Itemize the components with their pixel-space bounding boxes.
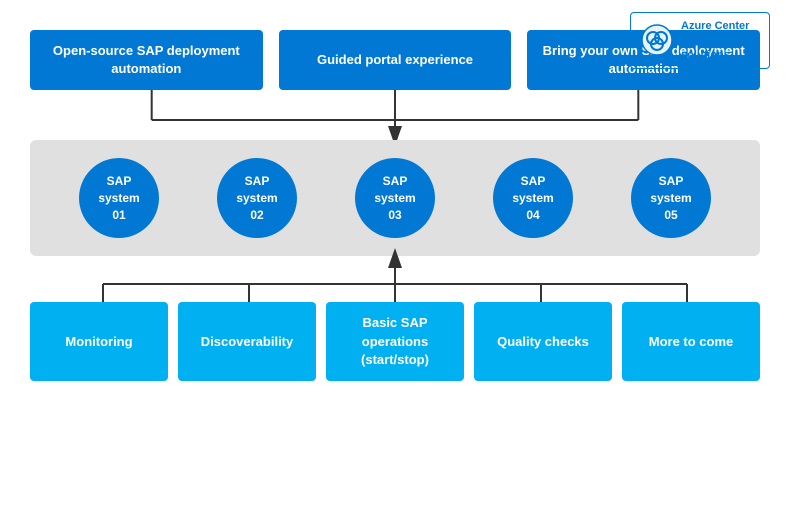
sap-system-05: SAP system 05	[631, 158, 711, 238]
sap-03-line3: 03	[388, 207, 401, 224]
guided-portal-label: Guided portal experience	[317, 51, 473, 69]
top-connectors-arrow	[30, 90, 760, 140]
sap-03-line2: system	[374, 190, 415, 207]
basic-ops-box: Basic SAP operations (start/stop)	[326, 302, 464, 381]
sap-02-line2: system	[236, 190, 277, 207]
sap-system-02: SAP system 02	[217, 158, 297, 238]
sap-system-01: SAP system 01	[79, 158, 159, 238]
more-to-come-label: More to come	[649, 333, 734, 351]
sap-04-line2: system	[512, 190, 553, 207]
sap-01-line3: 01	[112, 207, 125, 224]
sap-04-line3: 04	[526, 207, 539, 224]
open-source-label: Open-source SAP deployment automation	[44, 42, 249, 78]
sap-02-line3: 02	[250, 207, 263, 224]
sap-02-line1: SAP	[245, 173, 270, 190]
sap-03-line1: SAP	[383, 173, 408, 190]
sap-01-line1: SAP	[107, 173, 132, 190]
quality-checks-box: Quality checks	[474, 302, 612, 381]
discoverability-label: Discoverability	[201, 333, 294, 351]
sap-05-line2: system	[650, 190, 691, 207]
azure-logo-text: Azure Center for SAP solutions	[681, 19, 749, 62]
sap-01-line2: system	[98, 190, 139, 207]
sap-05-line1: SAP	[659, 173, 684, 190]
page-container: Azure Center for SAP solutions Open-sour…	[0, 0, 790, 532]
sap-05-line3: 05	[664, 207, 677, 224]
sap-system-04: SAP system 04	[493, 158, 573, 238]
bottom-connectors-svg	[30, 256, 760, 302]
basic-ops-label: Basic SAP operations (start/stop)	[334, 314, 456, 369]
azure-sap-icon	[641, 24, 673, 56]
azure-logo: Azure Center for SAP solutions	[630, 12, 770, 69]
open-source-box: Open-source SAP deployment automation	[30, 30, 263, 90]
middle-band: SAP system 01 SAP system 02 SAP system 0…	[30, 140, 760, 256]
more-to-come-box: More to come	[622, 302, 760, 381]
monitoring-label: Monitoring	[65, 333, 132, 351]
monitoring-box: Monitoring	[30, 302, 168, 381]
quality-checks-label: Quality checks	[497, 333, 589, 351]
sap-04-line1: SAP	[521, 173, 546, 190]
discoverability-box: Discoverability	[178, 302, 316, 381]
sap-system-03: SAP system 03	[355, 158, 435, 238]
guided-portal-box: Guided portal experience	[279, 30, 512, 90]
bottom-row: Monitoring Discoverability Basic SAP ope…	[30, 302, 760, 381]
